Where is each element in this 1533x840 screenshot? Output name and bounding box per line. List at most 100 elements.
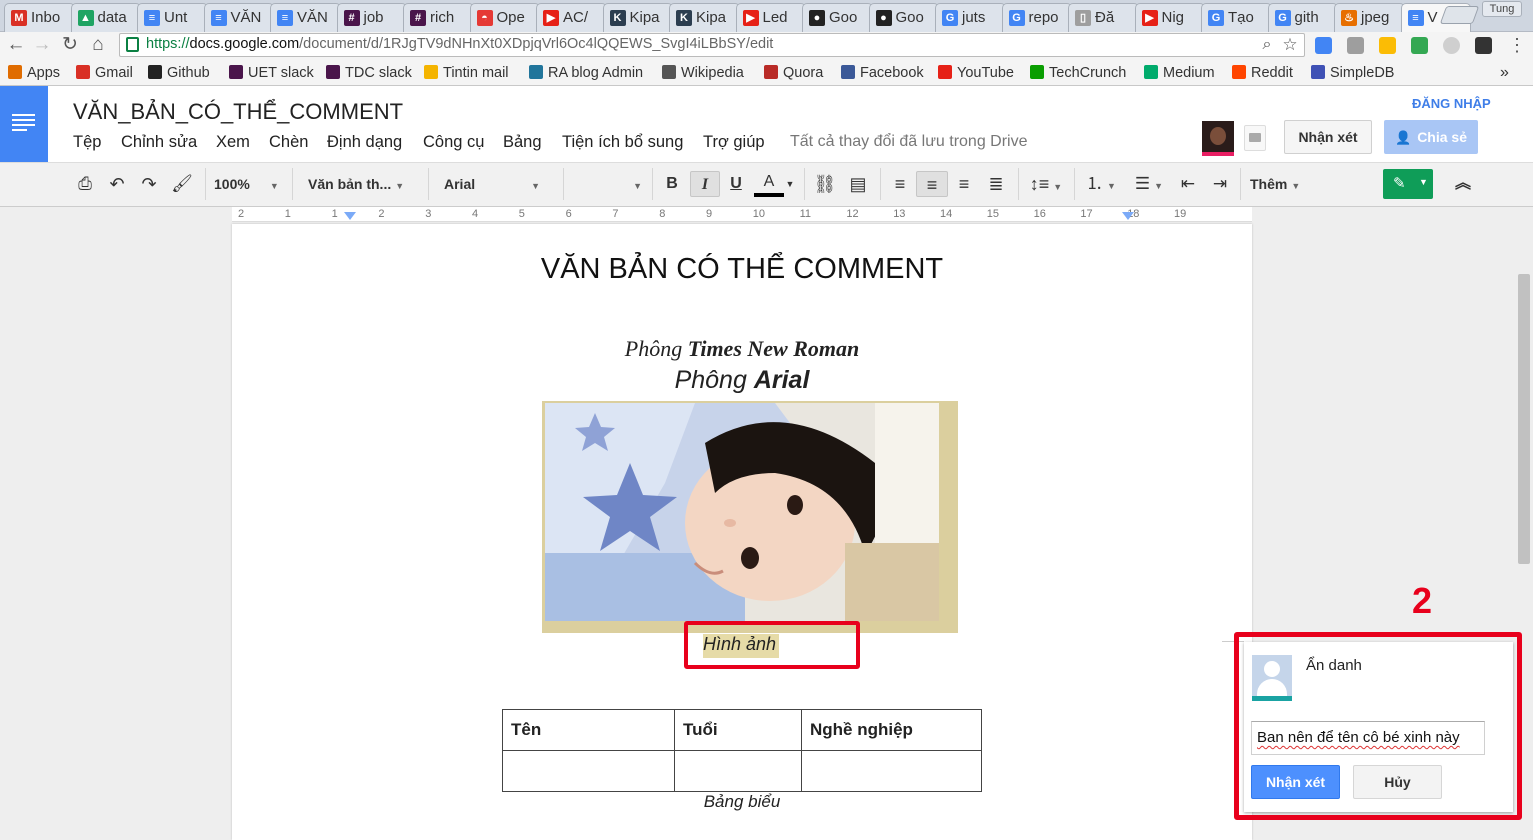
font-select[interactable]: Arial ▼ [436, 171, 552, 197]
forward-arrow-icon[interactable]: → [30, 33, 54, 57]
browser-tab[interactable]: K Kipa [602, 3, 673, 32]
url-text[interactable]: https://docs.google.com/document/d/1RJgT… [146, 36, 773, 52]
bookmark-facebook[interactable]: Facebook [841, 63, 924, 83]
align-center-icon[interactable]: ≡ [916, 171, 948, 197]
bookmark-medium[interactable]: Medium [1144, 63, 1215, 83]
bookmark-ra-blog-admin[interactable]: RA blog Admin [529, 63, 643, 83]
extension-icon[interactable] [1347, 37, 1364, 54]
numbered-list-icon[interactable]: ⒈ ▼ [1080, 171, 1122, 197]
browser-tab[interactable]: M Inbo [4, 3, 75, 32]
table-header-cell[interactable]: Nghề nghiệp [801, 709, 982, 751]
browser-tab[interactable]: ● Goo [802, 3, 873, 32]
line-spacing-icon[interactable]: ↕≡ ▼ [1026, 171, 1066, 197]
bulleted-list-icon[interactable]: ☰ ▼ [1128, 171, 1170, 197]
table-cell[interactable] [801, 750, 982, 792]
font-size-select[interactable]: ▼ [572, 171, 642, 197]
cancel-comment-button[interactable]: Hủy [1353, 765, 1442, 799]
browser-tab[interactable]: ▶ AC/ [536, 3, 607, 32]
document-title[interactable]: VĂN_BẢN_CÓ_THỂ_COMMENT [73, 99, 403, 125]
new-tab-button[interactable] [1439, 6, 1480, 24]
browser-tab[interactable]: ◓ Ope [469, 3, 540, 32]
menu-item[interactable]: Bảng [503, 133, 542, 152]
docs-logo-icon[interactable] [0, 86, 48, 162]
menu-item[interactable]: Tiện ích bổ sung [562, 133, 683, 152]
browser-tab[interactable]: ▶ Nig [1134, 3, 1205, 32]
browser-tab[interactable]: K Kipa [669, 3, 740, 32]
bookmark-tdc-slack[interactable]: TDC slack [326, 63, 412, 83]
decrease-indent-icon[interactable]: ⇤ [1176, 171, 1200, 197]
bookmark-apps[interactable]: Apps [8, 63, 60, 83]
bookmark-quora[interactable]: Quora [764, 63, 823, 83]
bookmark-tintin-mail[interactable]: Tintin mail [424, 63, 509, 83]
table-header-cell[interactable]: Tên [502, 709, 675, 751]
browser-tab[interactable]: ▯ Đă [1068, 3, 1139, 32]
baby-photo[interactable] [545, 403, 939, 621]
ruler[interactable] [232, 207, 1252, 222]
extension-icon[interactable] [1379, 37, 1396, 54]
browser-tab[interactable]: # job [336, 3, 407, 32]
extension-icon[interactable] [1411, 37, 1428, 54]
menu-item[interactable]: Định dạng [327, 133, 402, 152]
user-avatar[interactable] [1202, 121, 1234, 156]
menu-item[interactable]: Công cụ [423, 133, 484, 152]
comment-button[interactable]: Nhận xét [1284, 120, 1372, 154]
redo-icon[interactable]: ↷ [138, 171, 160, 197]
menu-item[interactable]: Chỉnh sửa [121, 133, 197, 152]
zoom-icon[interactable]: ⌕ [1255, 33, 1279, 57]
print-icon[interactable]: ⎙ [74, 171, 96, 197]
italic-button[interactable]: I [690, 171, 720, 197]
browser-tab[interactable]: Ggith [1267, 3, 1338, 32]
browser-tab[interactable]: ≡ Unt [137, 3, 208, 32]
menu-item[interactable]: Trợ giúp [703, 133, 765, 152]
comments-icon[interactable] [1244, 125, 1266, 151]
home-icon[interactable]: ⌂ [86, 33, 110, 57]
translate-extension-icon[interactable] [1315, 37, 1332, 54]
bookmark-techcrunch[interactable]: TechCrunch [1030, 63, 1126, 83]
editing-mode-button[interactable]: ✎ ▼ [1383, 169, 1433, 199]
more-bookmarks-icon[interactable]: » [1500, 63, 1509, 83]
justify-icon[interactable]: ≣ [984, 171, 1008, 197]
bold-button[interactable]: B [660, 171, 684, 197]
document-heading[interactable]: VĂN BẢN CÓ THỂ COMMENT [232, 253, 1252, 286]
text-color-button[interactable]: A [754, 171, 784, 197]
insert-comment-icon[interactable]: ▤ [846, 171, 870, 197]
paint-format-icon[interactable]: 🖌 [171, 171, 193, 197]
browser-tab[interactable]: ▲ data [70, 3, 141, 32]
browser-tab[interactable]: ≡ VĂN [203, 3, 274, 32]
browser-tab[interactable]: G Tạo [1201, 3, 1272, 32]
table-cell[interactable] [502, 750, 675, 792]
table-header-cell[interactable]: Tuổi [674, 709, 802, 751]
browser-tab[interactable]: ● Goo [868, 3, 939, 32]
insert-link-icon[interactable]: ⛓ [812, 171, 838, 197]
star-bookmark-icon[interactable]: ☆ [1278, 33, 1302, 57]
extension-icon[interactable] [1443, 37, 1460, 54]
bookmark-gmail[interactable]: Gmail [76, 63, 133, 83]
times-new-roman-line[interactable]: Phông Times New Roman [232, 336, 1252, 362]
reload-icon[interactable]: ↻ [58, 33, 82, 57]
table-cell[interactable] [674, 750, 802, 792]
table-caption[interactable]: Bảng biểu [502, 792, 982, 812]
align-right-icon[interactable]: ≡ [952, 171, 976, 197]
browser-tab[interactable]: Gjuts [935, 3, 1006, 32]
submit-comment-button[interactable]: Nhận xét [1251, 765, 1340, 799]
left-indent-marker-icon[interactable] [344, 212, 356, 220]
scrollbar[interactable] [1518, 274, 1530, 564]
browser-tab[interactable]: Grepo [1001, 3, 1072, 32]
align-left-icon[interactable]: ≡ [888, 171, 912, 197]
collapse-menus-icon[interactable]: ︽ [1452, 171, 1474, 197]
back-arrow-icon[interactable]: ← [4, 33, 28, 57]
signin-link[interactable]: ĐĂNG NHẬP [1412, 96, 1491, 111]
menu-item[interactable]: Xem [216, 133, 250, 152]
right-indent-marker-icon[interactable] [1122, 212, 1134, 220]
browser-tab[interactable]: ♨ jpeg [1334, 3, 1405, 32]
bookmark-reddit[interactable]: Reddit [1232, 63, 1293, 83]
share-button[interactable]: 👤 Chia sẻ [1384, 120, 1478, 154]
bookmark-github[interactable]: Github [148, 63, 210, 83]
menu-kebab-icon[interactable]: ⋮ [1505, 33, 1529, 57]
bookmark-uet-slack[interactable]: UET slack [229, 63, 314, 83]
comment-input[interactable]: Ban nên để tên cô bé xinh này [1251, 721, 1485, 755]
style-select[interactable]: Văn bản th... ▼ [300, 171, 416, 197]
menu-item[interactable]: Tệp [73, 133, 101, 152]
bookmark-youtube[interactable]: YouTube [938, 63, 1014, 83]
zoom-select[interactable]: 100% ▼ [214, 171, 284, 197]
